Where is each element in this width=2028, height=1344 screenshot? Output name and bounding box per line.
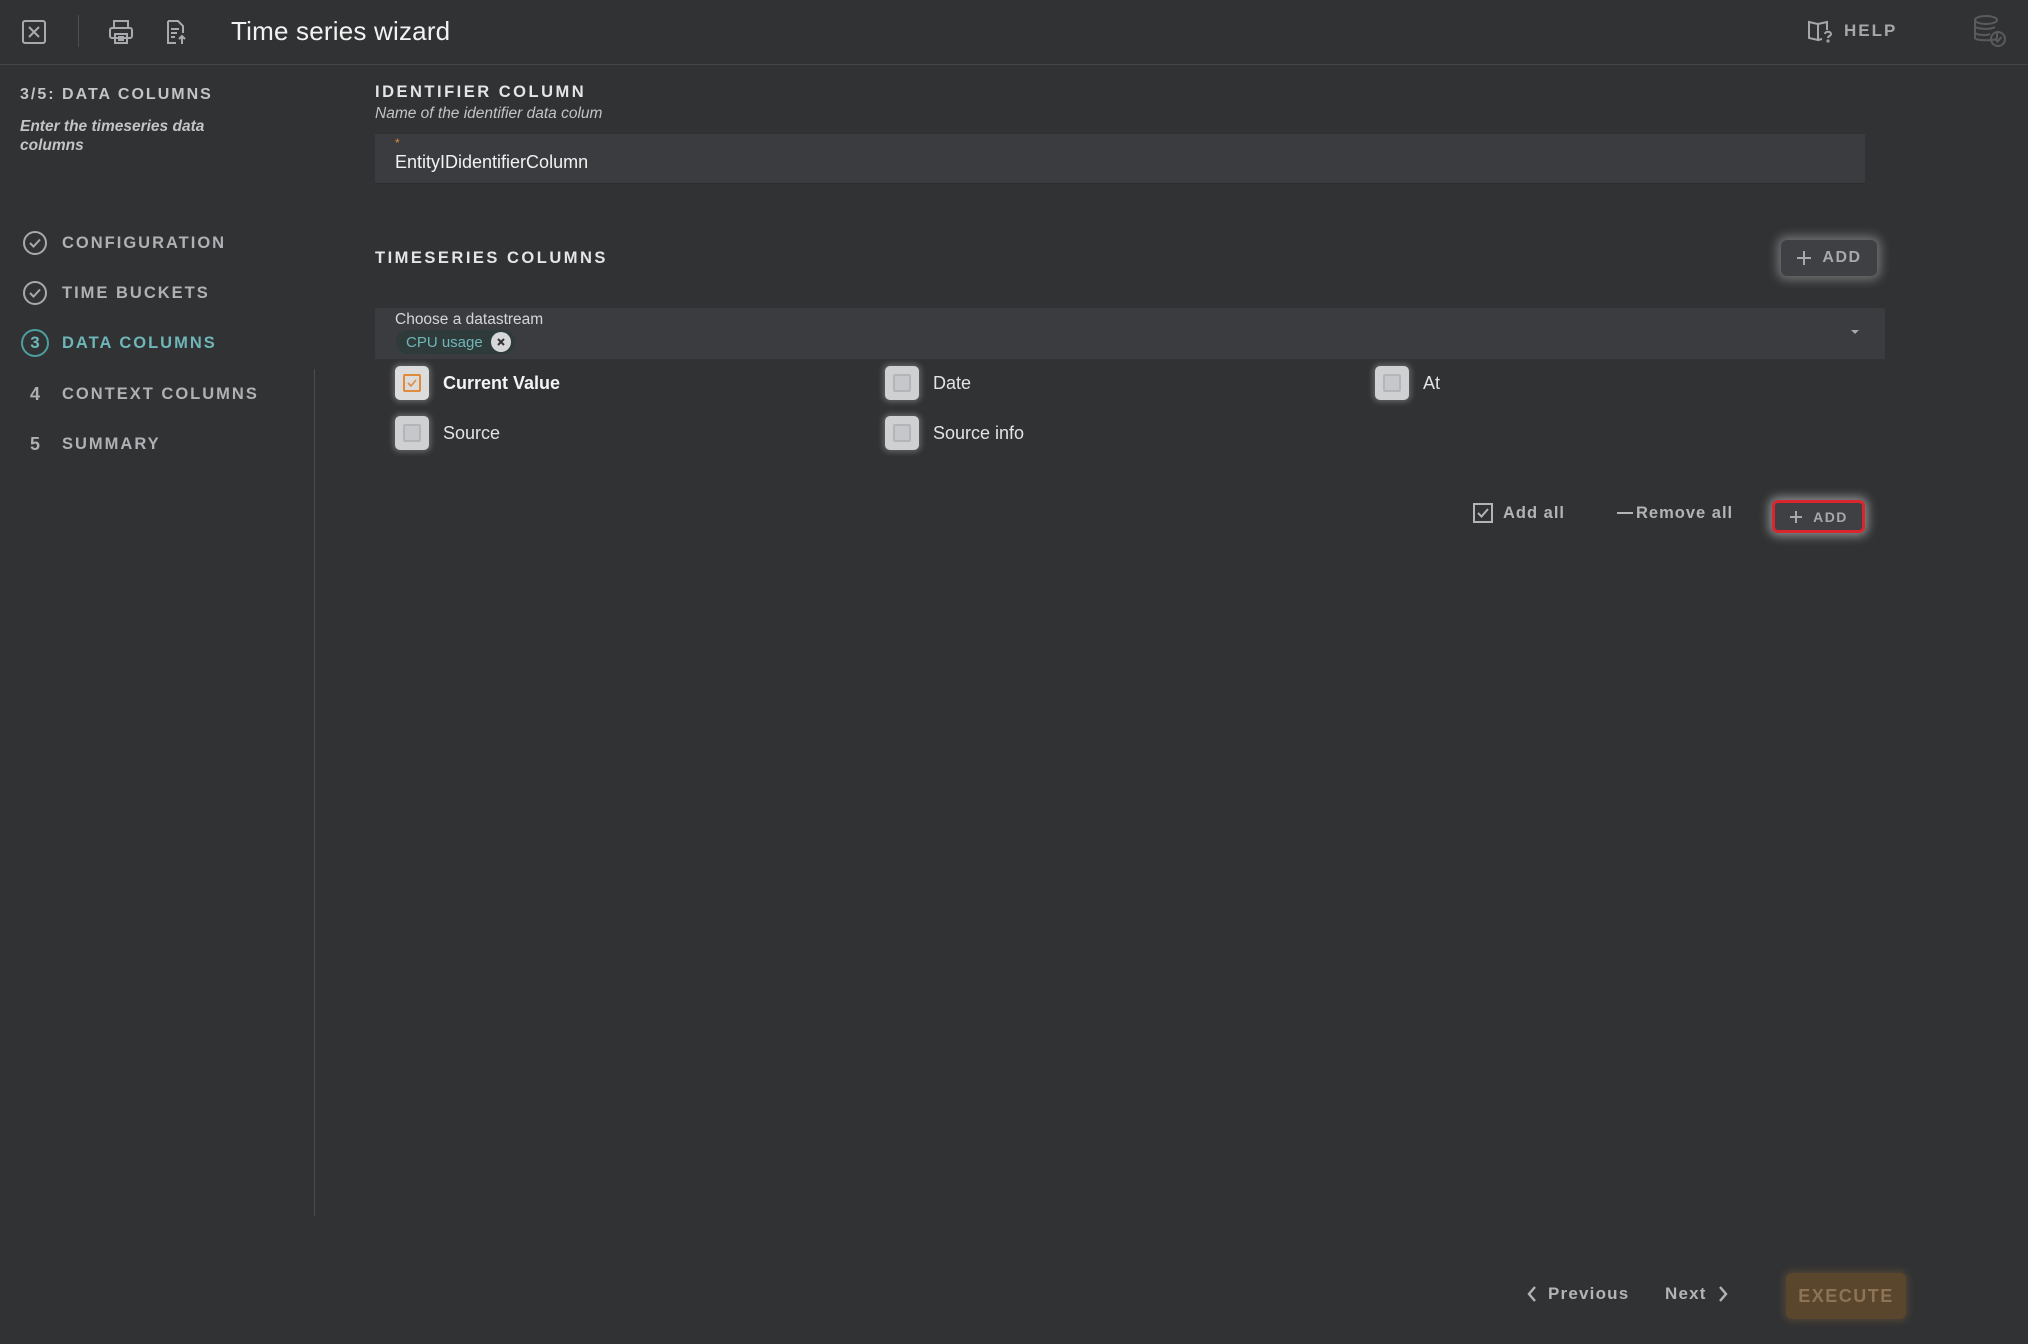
checkbox-label: Source (443, 422, 501, 443)
step-heading: 3/5: DATA COLUMNS (20, 86, 213, 103)
step-number-marker: 5 (20, 429, 50, 459)
step-number-marker: 3 (20, 328, 50, 358)
page-title: Time series wizard (231, 16, 451, 46)
print-button[interactable] (101, 14, 141, 50)
help-book-icon (1808, 20, 1833, 43)
step-complete-marker (20, 278, 50, 308)
close-wizard-button[interactable] (14, 14, 54, 50)
nav-label: CONTEXT COLUMNS (62, 384, 259, 403)
timeseries-section-title: TIMESERIES COLUMNS (375, 249, 608, 267)
checkbox[interactable] (885, 366, 919, 400)
checkbox[interactable] (885, 416, 919, 450)
chevron-right-icon (1718, 1286, 1728, 1302)
document-export-icon (167, 20, 186, 44)
help-button[interactable]: HELP (1806, 16, 1897, 46)
printer-icon (109, 20, 133, 44)
identifier-section-title: IDENTIFIER COLUMN (375, 83, 587, 101)
plus-icon (1790, 510, 1803, 523)
column-checkbox-source-info[interactable]: Source info (885, 416, 1024, 450)
checkbox[interactable] (395, 416, 429, 450)
header-divider (78, 15, 79, 47)
close-icon (22, 20, 46, 44)
nav-item-context-columns[interactable]: 4 CONTEXT COLUMNS (20, 377, 259, 411)
execute-button[interactable]: EXECUTE (1786, 1273, 1906, 1319)
check-circle-icon (23, 281, 47, 305)
help-label: HELP (1844, 21, 1898, 40)
execute-label: EXECUTE (1798, 1285, 1894, 1306)
nav-label: TIME BUCKETS (62, 283, 210, 302)
step-number: 5 (29, 433, 40, 454)
unchecked-box-icon (893, 374, 911, 392)
next-button[interactable]: Next (1665, 1284, 1729, 1304)
checkbox[interactable] (1375, 366, 1409, 400)
previous-button[interactable]: Previous (1526, 1284, 1629, 1304)
add-timeseries-button[interactable]: ADD (1781, 240, 1877, 276)
add-button-label: ADD (1822, 249, 1862, 266)
checkbox-label: Current Value (443, 372, 561, 393)
checkbox-checked-icon (1473, 503, 1493, 523)
sidebar-divider (314, 369, 315, 1216)
identifier-section-subtitle: Name of the identifier data colum (375, 105, 603, 122)
step-number: 4 (29, 383, 40, 404)
add-button-label: ADD (1813, 508, 1848, 525)
step-number: 3 (21, 329, 49, 357)
checkbox-label: Date (933, 372, 972, 393)
chip-label: CPU usage (406, 333, 483, 351)
plus-icon (1797, 251, 1812, 265)
datastream-select-label: Choose a datastream (395, 311, 544, 328)
required-marker: * (395, 136, 400, 150)
step-description: Enter the timeseries data columns (20, 118, 205, 154)
nav-label: DATA COLUMNS (62, 333, 217, 352)
column-checkbox-current-value[interactable]: Current Value (395, 366, 560, 400)
previous-label: Previous (1548, 1284, 1630, 1303)
checked-box-icon (403, 374, 421, 392)
column-checkbox-date[interactable]: Date (885, 366, 971, 400)
identifier-column-input[interactable] (395, 152, 1795, 173)
datastream-chip: CPU usage (396, 330, 515, 354)
checkbox-label: Source info (933, 422, 1025, 443)
nav-label: CONFIGURATION (62, 233, 227, 252)
nav-item-time-buckets[interactable]: TIME BUCKETS (20, 276, 210, 310)
add-all-button[interactable]: Add all (1473, 503, 1565, 523)
close-icon (497, 338, 505, 346)
datasource-status-button[interactable] (1966, 8, 2012, 54)
add-all-label: Add all (1503, 503, 1566, 522)
column-checkbox-source[interactable]: Source (395, 416, 500, 450)
next-label: Next (1665, 1284, 1707, 1303)
check-circle-icon (23, 231, 47, 255)
nav-label: SUMMARY (62, 434, 161, 453)
database-check-icon (1974, 15, 2006, 47)
datastream-select[interactable]: Choose a datastream CPU usage (375, 308, 1885, 359)
remove-all-button[interactable]: Remove all (1616, 503, 1733, 523)
unchecked-box-icon (1383, 374, 1401, 392)
minus-icon (1617, 512, 1633, 514)
unchecked-box-icon (403, 424, 421, 442)
nav-item-data-columns[interactable]: 3 DATA COLUMNS (20, 326, 217, 360)
add-columns-button[interactable]: ADD (1772, 500, 1865, 533)
column-checkbox-at[interactable]: At (1375, 366, 1440, 400)
checkbox[interactable] (395, 366, 429, 400)
step-complete-marker (20, 228, 50, 258)
remove-all-label: Remove all (1636, 503, 1734, 522)
step-number-marker: 4 (20, 379, 50, 409)
header-bar: Time series wizard HELP (0, 0, 2028, 65)
chevron-left-icon (1527, 1286, 1536, 1302)
identifier-field: * (375, 134, 1865, 184)
nav-item-configuration[interactable]: CONFIGURATION (20, 226, 226, 260)
export-document-button[interactable] (156, 14, 196, 50)
checkbox-label: At (1423, 372, 1441, 393)
check-icon (407, 379, 417, 388)
remove-chip-button[interactable] (490, 332, 511, 352)
nav-item-summary[interactable]: 5 SUMMARY (20, 427, 161, 461)
chevron-down-icon (1851, 330, 1859, 334)
unchecked-box-icon (893, 424, 911, 442)
